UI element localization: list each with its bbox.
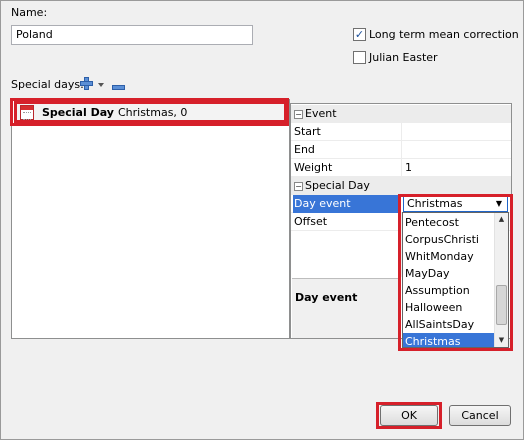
start-value[interactable] [401,123,511,141]
property-weight[interactable]: Weight 1 [291,159,511,177]
dropdown-option[interactable]: WhitMonday [403,248,495,265]
checkmark-icon: ✓ [354,28,365,41]
scroll-up-icon[interactable]: ▲ [495,213,508,226]
special-days-list[interactable]: Special Day Christmas, 0 [11,99,290,339]
chevron-down-icon[interactable] [97,79,105,87]
long-term-mean-correction-label: Long term mean correction [369,28,519,41]
scrollbar-thumb[interactable] [496,285,507,325]
scroll-down-icon[interactable]: ▼ [495,334,508,347]
property-start[interactable]: Start [291,123,511,141]
list-item[interactable]: Special Day Christmas, 0 [14,101,287,123]
day-event-label: Day event [293,195,401,213]
list-item-detail: Christmas, 0 [117,105,188,119]
collapse-icon[interactable]: − [294,181,303,191]
weight-value[interactable]: 1 [401,159,511,177]
day-event-select[interactable]: Christmas ▼ [403,196,508,212]
dropdown-option-selected[interactable]: Christmas [403,333,495,347]
long-term-mean-correction-checkbox[interactable]: ✓ [353,28,366,41]
description-title: Day event [295,291,358,304]
category-event-label: Event [305,107,337,120]
day-event-dropdown[interactable]: Pentecost CorpusChristi WhitMonday MayDa… [402,212,509,348]
end-label: End [294,143,315,156]
cancel-button[interactable]: Cancel [449,405,511,426]
offset-label: Offset [294,215,328,228]
dropdown-scrollbar[interactable]: ▲ ▼ [494,213,508,347]
property-end[interactable]: End [291,141,511,159]
collapse-icon[interactable]: − [294,109,303,119]
category-special-day[interactable]: − Special Day [291,177,511,195]
special-days-label: Special days: [11,78,84,91]
name-input[interactable]: Poland [11,25,253,45]
description-panel: Day event [292,278,400,338]
julian-easter-checkbox[interactable] [353,51,366,64]
plus-icon[interactable] [80,77,93,90]
dropdown-option[interactable]: MayDay [403,265,495,282]
julian-easter-label: Julian Easter [369,51,438,64]
category-special-day-label: Special Day [305,179,370,192]
dropdown-option[interactable]: AllSaintsDay [403,316,495,333]
dropdown-option[interactable]: Pentecost [403,214,495,231]
category-event[interactable]: − Event [291,105,511,123]
dropdown-option[interactable]: CorpusChristi [403,231,495,248]
start-label: Start [294,125,321,138]
minus-icon[interactable] [112,81,125,90]
list-item-title: Special Day [42,105,114,119]
name-label: Name: [11,6,48,19]
chevron-down-icon[interactable]: ▼ [493,199,505,209]
day-event-selected-value: Christmas [407,197,463,210]
end-value[interactable] [401,141,511,159]
calendar-icon [20,104,34,120]
weight-label: Weight [294,161,333,174]
dropdown-option[interactable]: Assumption [403,282,495,299]
dropdown-option[interactable]: Halloween [403,299,495,316]
ok-button[interactable]: OK [380,405,438,426]
